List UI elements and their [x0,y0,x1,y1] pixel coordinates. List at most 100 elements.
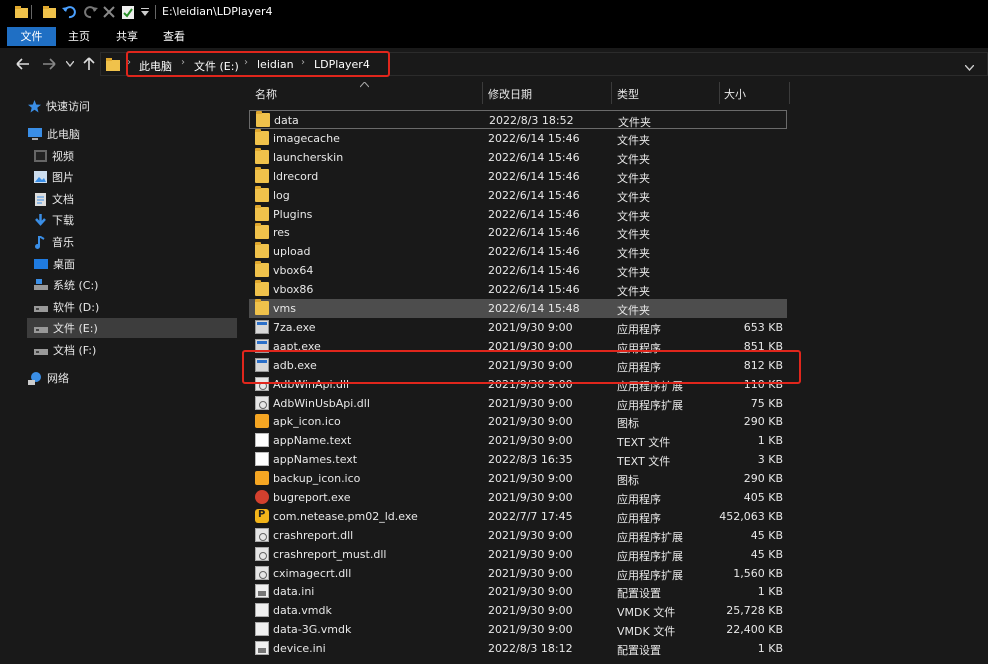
file-row[interactable]: cximagecrt.dll 2021/9/30 9:00 应用程序扩展 1,560 … [249,564,787,583]
tab-view[interactable]: 查看 [153,27,195,46]
nav-music[interactable]: 音乐 [34,232,74,252]
redo-icon[interactable] [83,4,99,20]
file-row[interactable]: data.ini 2021/9/30 9:00 配置设置 1 KB [249,582,787,601]
file-type: VMDK 文件 [617,625,676,638]
file-row[interactable]: device.ini 2022/8/3 18:12 配置设置 1 KB [249,639,787,658]
txt-file-icon [255,433,269,447]
file-row[interactable]: data-3G.vmdk 2021/9/30 9:00 VMDK 文件 22,400 … [249,620,787,639]
file-name: data-3G.vmdk [273,623,352,636]
file-date: 2022/6/14 15:46 [488,151,580,164]
nav-drive-e[interactable]: 文件 (E:) [27,318,237,338]
file-row[interactable]: Plugins 2022/6/14 15:46 文件夹 [249,205,787,224]
nav-drive-c[interactable]: 系统 (C:) [34,275,98,295]
file-date: 2022/6/14 15:46 [488,226,580,239]
file-row[interactable]: vms 2022/6/14 15:48 文件夹 [249,299,787,318]
back-arrow-icon [16,58,29,70]
file-size: 1,560 KB [733,567,783,580]
file-type: 文件夹 [617,191,650,204]
file-row[interactable]: crashreport_must.dll 2021/9/30 9:00 应用程序扩展… [249,545,787,564]
column-size[interactable]: 大小 [724,86,746,102]
column-date[interactable]: 修改日期 [488,86,532,102]
file-row[interactable]: imagecache 2022/6/14 15:46 文件夹 [249,129,787,148]
file-name: vbox64 [273,264,314,277]
file-row[interactable]: 7za.exe 2021/9/30 9:00 应用程序 653 KB [249,318,787,337]
file-type: 文件夹 [617,266,650,279]
folder-file-icon [255,186,269,202]
file-type: TEXT 文件 [617,455,671,468]
file-date: 2022/8/3 18:52 [489,114,574,127]
exe-file-icon [255,320,269,334]
recent-locations-button[interactable] [63,54,77,74]
file-name: crashreport.dll [273,529,354,542]
file-row[interactable]: launcherskin 2022/6/14 15:46 文件夹 [249,148,787,167]
address-dropdown-icon[interactable] [964,61,975,74]
file-date: 2022/6/14 15:46 [488,264,580,277]
file-row[interactable]: appNames.text 2022/8/3 16:35 TEXT 文件 3 KB [249,450,787,469]
nav-network[interactable]: 网络 [28,368,69,388]
customize-toolbar-icon[interactable] [140,4,150,20]
file-row[interactable]: upload 2022/6/14 15:46 文件夹 [249,242,787,261]
file-date: 2021/9/30 9:00 [488,585,573,598]
nav-this-pc[interactable]: 此电脑 [28,124,80,144]
file-row[interactable]: com.netease.pm02_ld.exe 2022/7/7 17:45 应用程… [249,507,787,526]
column-divider[interactable] [482,82,483,104]
column-divider[interactable] [789,82,790,104]
file-size: 75 KB [750,397,783,410]
file-row[interactable]: data.vmdk 2021/9/30 9:00 VMDK 文件 25,728 KB [249,601,787,620]
column-divider[interactable] [719,82,720,104]
nav-drive-f[interactable]: 文档 (F:) [34,340,96,360]
file-type: 应用程序扩展 [617,399,683,412]
file-row[interactable]: AdbWinUsbApi.dll 2021/9/30 9:00 应用程序扩展 75 K… [249,394,787,413]
file-name: cximagecrt.dll [273,567,352,580]
column-type[interactable]: 类型 [617,86,639,102]
file-row[interactable]: vbox86 2022/6/14 15:46 文件夹 [249,280,787,299]
properties-icon[interactable] [121,4,135,20]
nav-downloads[interactable]: 下载 [34,210,74,230]
tab-home[interactable]: 主页 [58,27,100,46]
nav-videos[interactable]: 视频 [34,146,74,166]
folder-file-icon [255,280,269,296]
column-divider[interactable] [611,82,612,104]
file-name: imagecache [273,132,340,145]
column-name[interactable]: 名称 [255,86,277,102]
forward-arrow-icon [43,58,56,70]
file-type: 应用程序扩展 [617,569,683,582]
file-row[interactable]: apk_icon.ico 2021/9/30 9:00 图标 290 KB [249,412,787,431]
file-row[interactable]: crashreport.dll 2021/9/30 9:00 应用程序扩展 45 KB [249,526,787,545]
file-row[interactable]: vbox64 2022/6/14 15:46 文件夹 [249,261,787,280]
file-row[interactable]: data 2022/8/3 18:52 文件夹 [249,110,787,129]
nav-pictures[interactable]: 图片 [34,167,74,187]
ico-file-icon [255,471,269,485]
nav-drive-d[interactable]: 软件 (D:) [34,297,99,317]
file-row[interactable]: res 2022/6/14 15:46 文件夹 [249,223,787,242]
file-row[interactable]: log 2022/6/14 15:46 文件夹 [249,186,787,205]
file-row[interactable]: appName.text 2021/9/30 9:00 TEXT 文件 1 KB [249,431,787,450]
back-button[interactable] [14,54,32,74]
file-row[interactable]: bugreport.exe 2021/9/30 9:00 应用程序 405 KB [249,488,787,507]
file-name: launcherskin [273,151,344,164]
drive-icon [34,306,48,312]
separator-icon [30,4,34,20]
file-name: upload [273,245,311,258]
title-bar: E:\leidian\LDPlayer4 [0,0,988,24]
undo-icon[interactable] [61,4,77,20]
file-size: 45 KB [750,548,783,561]
tab-file[interactable]: 文件 [7,27,56,46]
file-row[interactable]: backup_icon.ico 2021/9/30 9:00 图标 290 KB [249,469,787,488]
tab-share[interactable]: 共享 [106,27,148,46]
file-type: 应用程序扩展 [617,550,683,563]
forward-button[interactable] [40,54,58,74]
ini-file-icon [255,641,269,655]
nav-documents[interactable]: 文档 [34,189,74,209]
nav-desktop[interactable]: 桌面 [34,254,75,274]
file-size: 290 KB [743,415,783,428]
file-name: vbox86 [273,283,314,296]
ini-file-icon [255,584,269,598]
delete-icon[interactable] [102,4,116,20]
up-button[interactable] [80,54,98,74]
new-folder-icon[interactable] [42,4,56,20]
file-date: 2021/9/30 9:00 [488,623,573,636]
file-name: data.vmdk [273,604,332,617]
nav-quick-access[interactable]: 快速访问 [28,96,90,116]
file-row[interactable]: ldrecord 2022/6/14 15:46 文件夹 [249,167,787,186]
